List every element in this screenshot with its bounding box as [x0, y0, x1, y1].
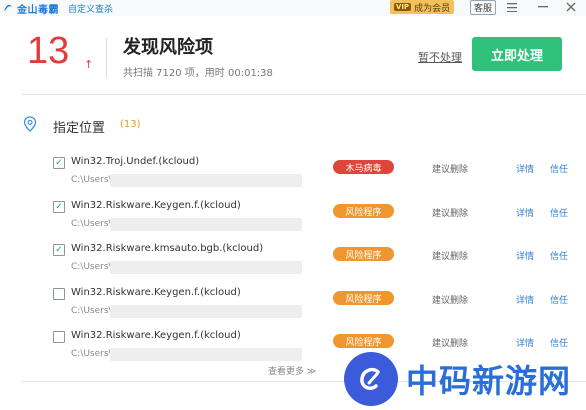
threat-path: C:\Users\ — [71, 349, 112, 359]
minimize-icon[interactable] — [536, 0, 550, 14]
threat-type-badge: 风险程序 — [333, 204, 394, 218]
threat-row: ✓ Win32.Riskware.Keygen.f.(kcloud) C:\Us… — [0, 197, 586, 240]
section-count: (13) — [120, 119, 141, 130]
ignore-link[interactable]: 暂不处理 — [418, 49, 462, 65]
details-link[interactable]: 详情 — [516, 336, 534, 349]
divider — [21, 94, 586, 95]
trust-link[interactable]: 信任 — [550, 162, 568, 175]
threat-path: C:\Users\ — [71, 262, 112, 272]
path-redacted — [110, 174, 302, 187]
threat-path: C:\Users\ — [71, 306, 112, 316]
advice-text: 建议删除 — [432, 296, 469, 306]
threat-name: Win32.Riskware.Keygen.f.(kcloud) — [71, 287, 241, 298]
threat-type-badge: 风险程序 — [333, 247, 394, 261]
advice-text: 建议删除 — [432, 339, 469, 349]
threat-row: ✓ Win32.Riskware.kmsauto.bgb.(kcloud) C:… — [0, 240, 586, 283]
path-redacted — [110, 305, 302, 318]
row-checkbox[interactable] — [53, 331, 65, 343]
become-member-label: 成为会员 — [414, 3, 451, 14]
threat-name: Win32.Riskware.Keygen.f.(kcloud) — [71, 330, 241, 341]
customer-service-button[interactable]: 客服 — [470, 0, 496, 15]
vip-badge: VIP — [393, 3, 412, 11]
menu-icon[interactable] — [505, 0, 519, 14]
threat-name: Win32.Riskware.kmsauto.bgb.(kcloud) — [71, 243, 264, 254]
close-icon[interactable] — [564, 0, 578, 14]
up-arrow-icon: ↑ — [84, 58, 94, 71]
threat-type-badge: 风险程序 — [333, 334, 394, 348]
trust-link[interactable]: 信任 — [550, 336, 568, 349]
details-link[interactable]: 详情 — [516, 162, 534, 175]
divider — [106, 38, 107, 78]
watermark: 中码新游网 — [344, 352, 571, 406]
threat-name: Win32.Troj.Undef.(kcloud) — [71, 156, 200, 167]
details-link[interactable]: 详情 — [516, 206, 534, 219]
duba-logo-icon — [4, 4, 12, 11]
threat-row: ✓ Win32.Troj.Undef.(kcloud) C:\Users\ 木马… — [0, 153, 586, 196]
fix-now-button[interactable]: 立即处理 — [472, 37, 562, 71]
threat-name: Win32.Riskware.Keygen.f.(kcloud) — [71, 200, 241, 211]
brand: 金山毒霸 自定义查杀 — [2, 0, 113, 16]
trust-link[interactable]: 信任 — [550, 249, 568, 262]
threat-type-badge: 木马病毒 — [333, 160, 394, 174]
location-pin-icon — [23, 116, 37, 132]
page-title: 发现风险项 — [123, 37, 213, 58]
scan-summary: 共扫描 7120 项，用时 00:01:38 — [123, 68, 273, 79]
threat-type-badge: 风险程序 — [333, 291, 394, 305]
threat-row: Win32.Riskware.Keygen.f.(kcloud) C:\User… — [0, 284, 586, 327]
app-subtitle: 自定义查杀 — [68, 4, 114, 15]
section-title: 指定位置 — [53, 121, 106, 136]
advice-text: 建议删除 — [432, 209, 469, 219]
details-link[interactable]: 详情 — [516, 249, 534, 262]
watermark-text: 中码新游网 — [406, 362, 572, 400]
become-member-button[interactable]: VIP 成为会员 — [390, 0, 454, 14]
trust-link[interactable]: 信任 — [550, 293, 568, 306]
trust-link[interactable]: 信任 — [550, 206, 568, 219]
watermark-logo-icon — [344, 352, 398, 406]
path-redacted — [110, 261, 302, 274]
view-more-link[interactable]: 查看更多 ≫ — [268, 364, 316, 377]
advice-text: 建议删除 — [432, 165, 469, 175]
app-name: 金山毒霸 — [17, 4, 59, 16]
path-redacted — [110, 218, 302, 231]
row-checkbox[interactable] — [53, 288, 65, 300]
advice-text: 建议删除 — [432, 252, 469, 262]
row-checkbox[interactable]: ✓ — [53, 201, 65, 213]
threat-path: C:\Users\ — [71, 175, 112, 185]
risk-count: 13 — [27, 30, 70, 72]
row-checkbox[interactable]: ✓ — [53, 244, 65, 256]
row-checkbox[interactable]: ✓ — [53, 157, 65, 169]
path-redacted — [110, 348, 302, 361]
details-link[interactable]: 详情 — [516, 293, 534, 306]
threat-path: C:\Users\ — [71, 219, 112, 229]
